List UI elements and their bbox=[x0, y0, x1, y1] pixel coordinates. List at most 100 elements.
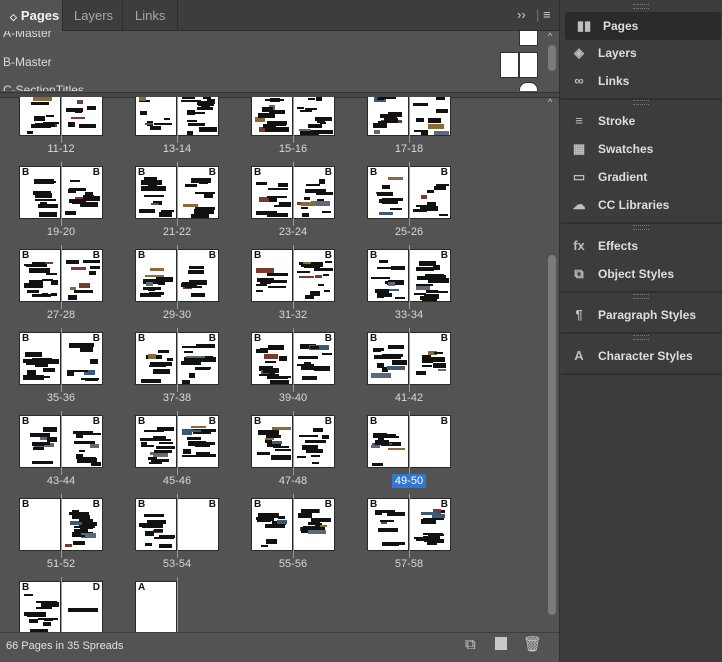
page-thumbnail[interactable] bbox=[135, 97, 177, 136]
page-thumbnail[interactable]: B bbox=[61, 498, 103, 551]
page-thumbnail[interactable]: B bbox=[61, 415, 103, 468]
master-c-thumb[interactable] bbox=[519, 82, 538, 91]
spread-label[interactable]: 55-56 bbox=[243, 558, 343, 570]
spread-label[interactable]: 13-14 bbox=[127, 143, 227, 155]
page-thumbnail[interactable]: B bbox=[135, 332, 177, 385]
spread-label[interactable]: 41-42 bbox=[359, 392, 459, 404]
page-thumbnail[interactable]: B bbox=[19, 498, 61, 551]
page-thumbnail[interactable]: B bbox=[61, 249, 103, 302]
page-thumbnail[interactable]: B bbox=[293, 415, 335, 468]
page-thumbnail[interactable] bbox=[19, 97, 61, 136]
spread-label[interactable]: 27-28 bbox=[11, 309, 111, 321]
dock-item-stroke[interactable]: ≡ Stroke bbox=[561, 108, 722, 134]
spread-label[interactable]: 35-36 bbox=[11, 392, 111, 404]
page-thumbnail[interactable]: B bbox=[61, 332, 103, 385]
page-thumbnail[interactable]: B bbox=[135, 166, 177, 219]
spread-label[interactable]: 45-46 bbox=[127, 475, 227, 487]
pages-scrollbar[interactable]: ^ bbox=[546, 97, 558, 632]
page-thumbnail[interactable]: B bbox=[135, 249, 177, 302]
page-thumbnail[interactable]: D bbox=[61, 581, 103, 632]
page-thumbnail[interactable]: B bbox=[19, 581, 61, 632]
page-thumbnail[interactable] bbox=[177, 97, 219, 136]
masters-scrollbar[interactable]: ^ bbox=[546, 31, 558, 91]
scroll-up-icon[interactable]: ^ bbox=[548, 31, 552, 41]
spread-label[interactable]: 21-22 bbox=[127, 226, 227, 238]
page-thumbnail[interactable]: B bbox=[293, 332, 335, 385]
page-thumbnail[interactable]: B bbox=[293, 249, 335, 302]
spread-label[interactable]: 15-16 bbox=[243, 143, 343, 155]
page-thumbnail[interactable] bbox=[409, 97, 451, 136]
spread-label[interactable]: 23-24 bbox=[243, 226, 343, 238]
page-thumbnail[interactable]: B bbox=[409, 249, 451, 302]
page-thumbnail[interactable]: B bbox=[251, 166, 293, 219]
panel-group-grip[interactable] bbox=[633, 294, 649, 299]
spread-label[interactable]: 57-58 bbox=[359, 558, 459, 570]
page-thumbnail[interactable]: B bbox=[177, 332, 219, 385]
master-b-thumb-left[interactable] bbox=[500, 52, 519, 78]
page-thumbnail[interactable]: B bbox=[367, 415, 409, 468]
master-b[interactable]: B-Master bbox=[3, 55, 52, 69]
page-thumbnail[interactable]: B bbox=[177, 415, 219, 468]
page-thumbnail[interactable] bbox=[251, 97, 293, 136]
dock-item-effects[interactable]: fx Effects bbox=[561, 233, 722, 259]
page-thumbnail[interactable]: B bbox=[177, 498, 219, 551]
dock-item-gradient[interactable]: ▭ Gradient bbox=[561, 164, 722, 190]
panel-group-grip[interactable] bbox=[633, 4, 649, 9]
page-thumbnail[interactable]: B bbox=[19, 332, 61, 385]
spread-label[interactable]: 33-34 bbox=[359, 309, 459, 321]
page-thumbnail[interactable]: B bbox=[177, 166, 219, 219]
spread-label[interactable]: 53-54 bbox=[127, 558, 227, 570]
spread-label[interactable]: 19-20 bbox=[11, 226, 111, 238]
dock-item-swatches[interactable]: ▦ Swatches bbox=[561, 136, 722, 162]
page-thumbnail[interactable]: B bbox=[19, 415, 61, 468]
page-thumbnail[interactable] bbox=[293, 97, 335, 136]
spread-label[interactable]: 37-38 bbox=[127, 392, 227, 404]
panel-menu-icon[interactable]: ≡ bbox=[543, 0, 551, 30]
dock-item-pages[interactable]: ▮▮ Pages bbox=[565, 12, 721, 40]
master-a-thumb[interactable] bbox=[519, 31, 538, 46]
spread-label[interactable]: 29-30 bbox=[127, 309, 227, 321]
tab-links[interactable]: Links bbox=[123, 0, 178, 30]
spread-label[interactable]: 49-50 bbox=[359, 474, 459, 488]
spread-label[interactable]: 43-44 bbox=[11, 475, 111, 487]
page-thumbnail[interactable] bbox=[61, 97, 103, 136]
tab-layers[interactable]: Layers bbox=[63, 0, 123, 30]
page-thumbnail[interactable]: B bbox=[251, 415, 293, 468]
dock-item-paragraph-styles[interactable]: ¶ Paragraph Styles bbox=[561, 302, 722, 328]
page-thumbnail[interactable]: B bbox=[409, 166, 451, 219]
page-thumbnail[interactable]: B bbox=[409, 415, 451, 468]
page-thumbnail[interactable]: B bbox=[293, 498, 335, 551]
master-a[interactable]: A-Master bbox=[3, 31, 52, 40]
dock-item-layers[interactable]: ◈ Layers bbox=[561, 40, 722, 66]
master-b-thumb-right[interactable] bbox=[519, 52, 538, 78]
edit-page-size-icon[interactable]: ⧉ bbox=[465, 636, 476, 653]
spread-label[interactable]: 25-26 bbox=[359, 226, 459, 238]
page-thumbnail[interactable]: B bbox=[367, 498, 409, 551]
page-thumbnail[interactable]: B bbox=[409, 498, 451, 551]
tab-pages[interactable]: ◇ Pages bbox=[0, 0, 63, 31]
dock-item-links[interactable]: ∞ Links bbox=[561, 68, 722, 94]
panel-group-grip[interactable] bbox=[633, 225, 649, 230]
spread-label[interactable]: 11-12 bbox=[11, 143, 111, 155]
page-thumbnail[interactable]: B bbox=[409, 332, 451, 385]
page-thumbnail[interactable]: B bbox=[61, 166, 103, 219]
panel-group-grip[interactable] bbox=[633, 100, 649, 105]
page-thumbnail[interactable]: B bbox=[367, 332, 409, 385]
page-thumbnail[interactable]: B bbox=[177, 249, 219, 302]
spread-label[interactable]: 17-18 bbox=[359, 143, 459, 155]
page-thumbnail[interactable]: A bbox=[135, 581, 177, 632]
create-new-page-icon[interactable] bbox=[495, 637, 507, 650]
tab-collapse-icon[interactable]: ◇ bbox=[10, 12, 17, 22]
page-thumbnail[interactable]: B bbox=[251, 498, 293, 551]
page-thumbnail[interactable]: B bbox=[251, 332, 293, 385]
page-thumbnail[interactable]: B bbox=[135, 498, 177, 551]
page-thumbnail[interactable]: B bbox=[19, 166, 61, 219]
masters-scroll-thumb[interactable] bbox=[548, 45, 556, 71]
spread-label[interactable]: 47-48 bbox=[243, 475, 343, 487]
spread-label[interactable]: 39-40 bbox=[243, 392, 343, 404]
dock-item-character-styles[interactable]: A Character Styles bbox=[561, 343, 722, 369]
master-c[interactable]: C-SectionTitles bbox=[3, 83, 84, 91]
page-thumbnail[interactable]: B bbox=[135, 415, 177, 468]
delete-page-icon[interactable]: 🗑 bbox=[523, 635, 542, 653]
page-thumbnail[interactable]: B bbox=[251, 249, 293, 302]
